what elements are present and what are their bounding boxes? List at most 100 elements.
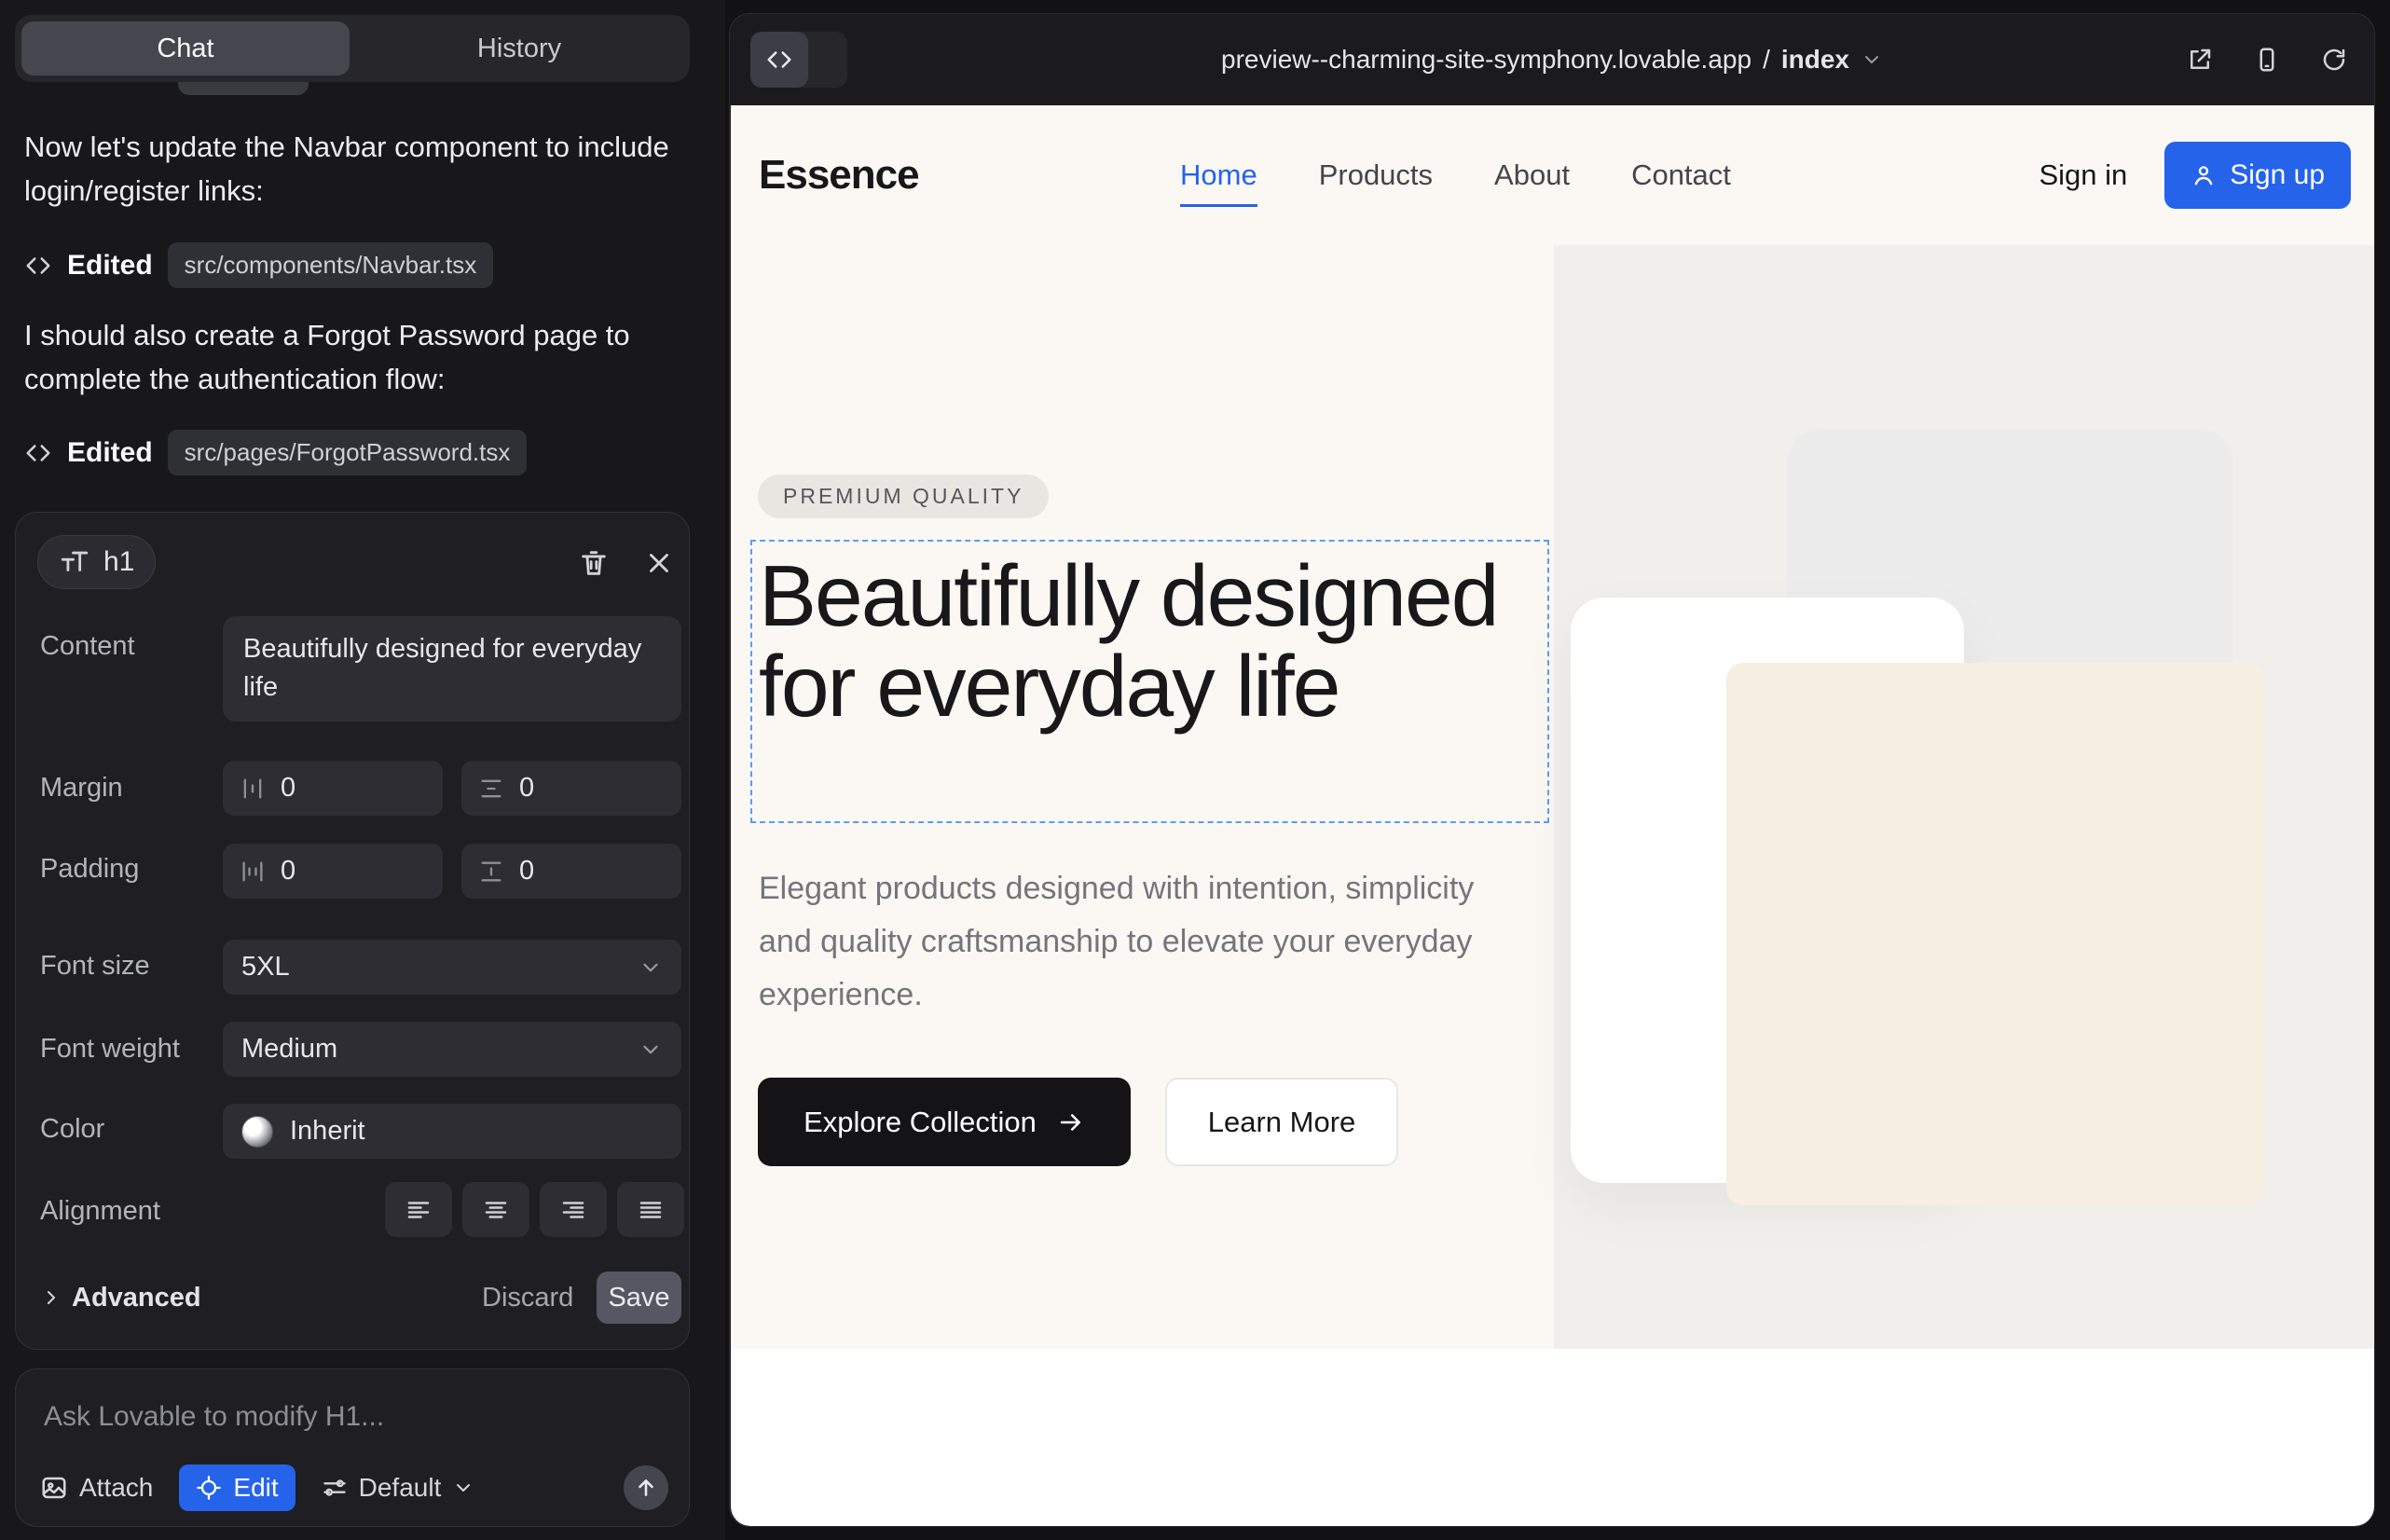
padding-y-input[interactable]: 0 — [461, 844, 681, 899]
preview-toolbar-icons — [2186, 14, 2348, 105]
font-size-label: Font size — [40, 951, 150, 982]
edit-label: Edit — [233, 1473, 278, 1503]
font-weight-value: Medium — [241, 1034, 337, 1065]
chevron-down-icon — [639, 1038, 663, 1062]
color-swatch-icon — [241, 1116, 273, 1148]
mobile-view-button[interactable] — [2253, 46, 2281, 74]
prompt-input[interactable]: Ask Lovable to modify H1... — [44, 1401, 384, 1433]
nav-link-contact[interactable]: Contact — [1631, 158, 1731, 192]
learn-more-button[interactable]: Learn More — [1165, 1078, 1398, 1166]
font-size-select[interactable]: 5XL — [223, 940, 681, 995]
padding-x-input[interactable]: 0 — [223, 844, 443, 899]
attach-button[interactable]: Attach — [40, 1473, 153, 1503]
sign-in-link[interactable]: Sign in — [2039, 158, 2127, 192]
chevron-down-icon — [452, 1477, 474, 1499]
margin-horizontal-icon — [240, 776, 266, 802]
chat-message: Now let's update the Navbar component to… — [24, 125, 682, 213]
nav-link-products[interactable]: Products — [1319, 158, 1433, 192]
discard-button[interactable]: Discard — [482, 1272, 573, 1324]
save-button[interactable]: Save — [597, 1272, 681, 1324]
tab-history[interactable]: History — [355, 21, 683, 76]
color-label: Color — [40, 1114, 104, 1145]
edited-file-row: Edited src/pages/ForgotPassword.tsx — [24, 430, 527, 475]
align-justify-icon — [637, 1196, 665, 1224]
margin-label: Margin — [40, 773, 123, 804]
nav-link-home[interactable]: Home — [1180, 158, 1257, 192]
advanced-toggle[interactable]: Advanced — [40, 1272, 201, 1324]
model-default-select[interactable]: Default — [322, 1473, 475, 1503]
close-editor-button[interactable] — [637, 541, 681, 585]
external-link-icon — [2186, 46, 2214, 74]
align-right-button[interactable] — [540, 1182, 607, 1237]
trash-icon — [578, 547, 610, 579]
hero-paragraph: Elegant products designed with intention… — [759, 862, 1504, 1022]
image-icon — [40, 1474, 68, 1502]
padding-x-value: 0 — [281, 856, 295, 887]
url-separator: / — [1763, 45, 1770, 75]
margin-vertical-icon — [478, 776, 504, 802]
font-weight-label: Font weight — [40, 1034, 180, 1065]
arrow-right-icon — [1057, 1108, 1085, 1136]
edited-file-chip[interactable]: src/components/Navbar.tsx — [168, 242, 494, 288]
content-label: Content — [40, 631, 135, 662]
site-logo[interactable]: Essence — [759, 105, 919, 245]
margin-y-input[interactable]: 0 — [461, 761, 681, 816]
alignment-label: Alignment — [40, 1196, 160, 1227]
tab-chat[interactable]: Chat — [21, 21, 350, 76]
refresh-icon — [2320, 46, 2348, 74]
edited-label: Edited — [67, 437, 153, 469]
edited-file-row: Edited src/components/Navbar.tsx — [24, 242, 493, 288]
preview-url-bar[interactable]: preview--charming-site-symphony.lovable.… — [730, 14, 2374, 105]
explore-collection-button[interactable]: Explore Collection — [758, 1078, 1131, 1166]
selected-element-tag: h1 — [37, 535, 156, 589]
close-icon — [643, 547, 675, 579]
edit-mode-button[interactable]: Edit — [179, 1464, 295, 1511]
chevron-down-icon — [639, 956, 663, 980]
element-editor-panel: h1 Content Beautifully designed for ever… — [15, 512, 690, 1350]
chevron-down-icon — [1861, 48, 1883, 71]
decor-beige-card — [1726, 663, 2264, 1205]
padding-y-value: 0 — [519, 856, 534, 887]
align-center-button[interactable] — [462, 1182, 529, 1237]
preview-page-name: index — [1781, 45, 1849, 75]
align-left-icon — [405, 1196, 433, 1224]
align-justify-button[interactable] — [617, 1182, 684, 1237]
content-input[interactable]: Beautifully designed for everyday life — [223, 616, 681, 722]
advanced-label: Advanced — [72, 1283, 201, 1313]
refresh-button[interactable] — [2320, 46, 2348, 74]
edit-target-icon — [196, 1475, 222, 1501]
premium-quality-badge: PREMIUM QUALITY — [758, 474, 1049, 518]
default-label: Default — [359, 1473, 442, 1503]
app-window: Chat History Now let's update the Navbar… — [0, 0, 2390, 1540]
explore-collection-label: Explore Collection — [804, 1106, 1037, 1139]
prompt-composer: Ask Lovable to modify H1... Attach Edit — [15, 1368, 690, 1527]
font-weight-select[interactable]: Medium — [223, 1022, 681, 1077]
padding-label: Padding — [40, 854, 139, 885]
padding-horizontal-icon — [240, 859, 266, 885]
sign-up-button[interactable]: Sign up — [2164, 142, 2351, 209]
chat-message: I should also create a Forgot Password p… — [24, 313, 682, 401]
margin-y-value: 0 — [519, 773, 534, 804]
color-select[interactable]: Inherit — [223, 1104, 681, 1159]
edited-file-chip[interactable]: src/pages/ForgotPassword.tsx — [168, 430, 528, 475]
margin-x-input[interactable]: 0 — [223, 761, 443, 816]
nav-link-about[interactable]: About — [1494, 158, 1570, 192]
site-nav: Home Products About Contact — [1180, 105, 1731, 245]
delete-element-button[interactable] — [571, 541, 616, 585]
site-preview: Essence Home Products About Contact Sign… — [731, 105, 2375, 1526]
attach-label: Attach — [79, 1473, 153, 1503]
align-left-button[interactable] — [385, 1182, 452, 1237]
arrow-up-icon — [634, 1476, 658, 1500]
person-icon — [2191, 162, 2217, 188]
font-size-value: 5XL — [241, 952, 290, 983]
composer-toolbar: Attach Edit Default — [40, 1464, 668, 1511]
send-button[interactable] — [624, 1465, 668, 1510]
margin-x-value: 0 — [281, 773, 295, 804]
auth-controls: Sign in Sign up — [2039, 105, 2351, 245]
padding-vertical-icon — [478, 859, 504, 885]
open-external-button[interactable] — [2186, 46, 2214, 74]
preview-url: preview--charming-site-symphony.lovable.… — [1221, 45, 1751, 75]
code-icon — [24, 439, 52, 467]
edited-label: Edited — [67, 250, 153, 282]
typography-icon — [59, 546, 90, 578]
